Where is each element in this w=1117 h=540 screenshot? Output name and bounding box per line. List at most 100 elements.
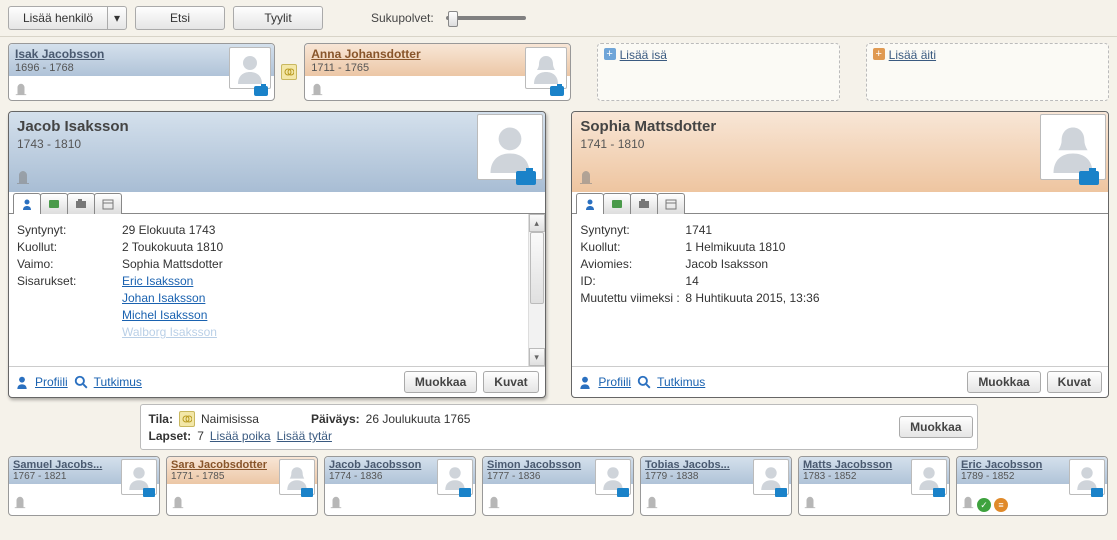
camera-icon[interactable] <box>617 488 629 497</box>
tab-media[interactable] <box>67 193 95 214</box>
focus-person-female: Sophia Mattsdotter 1741 - 1810 Syntynyt:… <box>571 111 1109 398</box>
sibling-link[interactable]: Johan Isaksson <box>122 291 205 305</box>
died-label: Kuollut: <box>17 240 122 254</box>
died-value: 2 Toukokuuta 1810 <box>122 240 223 254</box>
add-father-placeholder[interactable]: + Lisää isä <box>597 43 840 101</box>
avatar[interactable] <box>1040 114 1106 180</box>
research-link[interactable]: Tutkimus <box>94 375 142 389</box>
tab-events[interactable] <box>657 193 685 214</box>
spouse-value: Sophia Mattsdotter <box>122 257 223 271</box>
search-button[interactable]: Etsi <box>135 6 225 30</box>
born-label: Syntynyt: <box>17 223 122 237</box>
id-label: ID: <box>580 274 685 288</box>
parent-mother-card[interactable]: Anna Johansdotter 1711 - 1765 <box>304 43 571 101</box>
avatar[interactable] <box>525 47 567 89</box>
date-label: Päiväys: <box>311 412 360 426</box>
status-value: Naimisissa <box>201 412 259 426</box>
camera-icon[interactable] <box>301 488 313 497</box>
sibling-link[interactable]: Michel Isaksson <box>122 308 207 322</box>
person-name[interactable]: Simon Jacobsson <box>487 459 587 471</box>
relationship-edit-button[interactable]: Muokkaa <box>899 416 972 438</box>
add-mother-link[interactable]: Lisää äiti <box>889 48 936 62</box>
child-card[interactable]: Sara Jacobsdotter1771 - 1785 <box>166 456 318 516</box>
research-link[interactable]: Tutkimus <box>657 375 705 389</box>
camera-icon[interactable] <box>1079 171 1099 185</box>
deceased-icon <box>961 495 975 512</box>
add-father-link[interactable]: Lisää isä <box>620 48 667 62</box>
profile-link[interactable]: Profiili <box>35 375 68 389</box>
avatar[interactable] <box>229 47 271 89</box>
scroll-up[interactable]: ▴ <box>529 214 545 232</box>
camera-icon[interactable] <box>143 488 155 497</box>
tab-info[interactable] <box>576 193 604 214</box>
person-name[interactable]: Tobias Jacobs... <box>645 459 745 471</box>
parent-father-card[interactable]: Isak Jacobsson 1696 - 1768 <box>8 43 275 101</box>
camera-icon[interactable] <box>1091 488 1103 497</box>
deceased-icon <box>803 495 817 512</box>
deceased-icon <box>487 495 501 512</box>
scroll-down[interactable]: ▾ <box>529 348 545 366</box>
child-card[interactable]: Jacob Jacobsson1774 - 1836 <box>324 456 476 516</box>
siblings-label: Sisarukset: <box>17 274 122 288</box>
born-label: Syntynyt: <box>580 223 685 237</box>
camera-icon[interactable] <box>254 86 268 96</box>
person-name[interactable]: Sophia Mattsdotter <box>580 118 1100 135</box>
modified-value: 8 Huhtikuuta 2015, 13:36 <box>685 291 819 305</box>
tab-media[interactable] <box>630 193 658 214</box>
spouse-label: Vaimo: <box>17 257 122 271</box>
avatar[interactable] <box>477 114 543 180</box>
person-dates: 1743 - 1810 <box>17 137 537 151</box>
generations-slider[interactable] <box>446 16 526 20</box>
badge-icon[interactable]: ✓ <box>977 498 991 512</box>
scrollbar[interactable]: ▴ ▾ <box>528 214 545 366</box>
person-name[interactable]: Eric Jacobsson <box>961 459 1061 471</box>
camera-icon[interactable] <box>459 488 471 497</box>
edit-button[interactable]: Muokkaa <box>967 371 1040 393</box>
sibling-link[interactable]: Eric Isaksson <box>122 274 193 288</box>
child-card[interactable]: Samuel Jacobs...1767 - 1821 <box>8 456 160 516</box>
camera-icon[interactable] <box>550 86 564 96</box>
scroll-thumb[interactable] <box>530 232 544 304</box>
pictures-button[interactable]: Kuvat <box>483 371 538 393</box>
children-label: Lapset: <box>149 429 192 443</box>
child-card[interactable]: Matts Jacobsson1783 - 1852 <box>798 456 950 516</box>
tab-contacts[interactable] <box>40 193 68 214</box>
add-mother-placeholder[interactable]: + Lisää äiti <box>866 43 1109 101</box>
died-label: Kuollut: <box>580 240 685 254</box>
camera-icon[interactable] <box>516 171 536 185</box>
add-person-button[interactable]: Lisää henkilö <box>8 6 108 30</box>
tab-contacts[interactable] <box>603 193 631 214</box>
deceased-icon <box>578 169 594 188</box>
date-value: 26 Joulukuuta 1765 <box>366 412 471 426</box>
marriage-icon[interactable] <box>281 64 297 80</box>
sibling-link[interactable]: Walborg Isaksson <box>122 325 217 339</box>
generations-label: Sukupolvet: <box>371 11 434 25</box>
person-name[interactable]: Jacob Isaksson <box>17 118 537 135</box>
badge-icon[interactable]: ≡ <box>994 498 1008 512</box>
person-name[interactable]: Samuel Jacobs... <box>13 459 113 471</box>
husband-value: Jacob Isaksson <box>685 257 768 271</box>
person-name[interactable]: Matts Jacobsson <box>803 459 903 471</box>
child-card[interactable]: Tobias Jacobs...1779 - 1838 <box>640 456 792 516</box>
deceased-icon <box>329 495 343 512</box>
add-son-link[interactable]: Lisää poika <box>210 429 271 443</box>
deceased-icon <box>645 495 659 512</box>
camera-icon[interactable] <box>933 488 945 497</box>
focus-person-male: Jacob Isaksson 1743 - 1810 Syntynyt:29 E… <box>8 111 546 398</box>
pictures-button[interactable]: Kuvat <box>1047 371 1102 393</box>
person-name[interactable]: Sara Jacobsdotter <box>171 459 271 471</box>
edit-button[interactable]: Muokkaa <box>404 371 477 393</box>
add-daughter-link[interactable]: Lisää tytär <box>277 429 332 443</box>
child-card[interactable]: Eric Jacobsson1789 - 1852✓≡ <box>956 456 1108 516</box>
slider-handle[interactable] <box>448 11 458 27</box>
styles-button[interactable]: Tyylit <box>233 6 323 30</box>
tab-info[interactable] <box>13 193 41 214</box>
tab-events[interactable] <box>94 193 122 214</box>
person-name[interactable]: Jacob Jacobsson <box>329 459 429 471</box>
status-label: Tila: <box>149 412 173 426</box>
person-icon <box>578 375 592 389</box>
add-person-dropdown[interactable]: ▾ <box>107 6 127 30</box>
camera-icon[interactable] <box>775 488 787 497</box>
child-card[interactable]: Simon Jacobsson1777 - 1836 <box>482 456 634 516</box>
profile-link[interactable]: Profiili <box>598 375 631 389</box>
